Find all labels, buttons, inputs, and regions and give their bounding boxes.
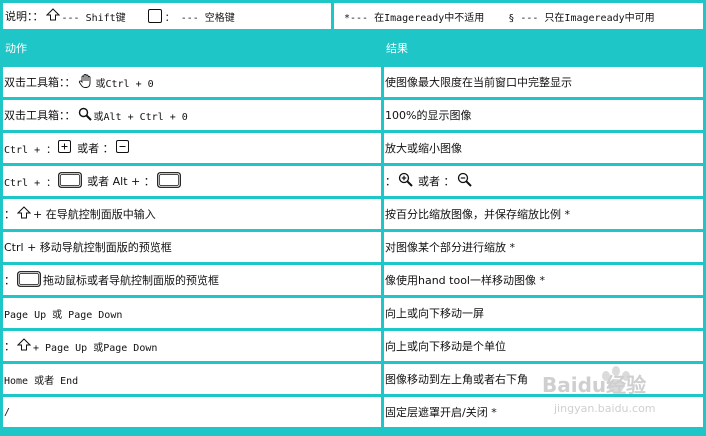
action-cell: ： 拖动鼠标或者导航控制面版的预览框 bbox=[3, 265, 381, 295]
result-text: 按百分比缩放图像，并保存缩放比例 * bbox=[385, 208, 570, 221]
result-cell: 100%的显示图像 bbox=[384, 100, 703, 130]
watermark-brand: Baidu经验 bbox=[542, 373, 646, 397]
action-text-2: 或者 ： bbox=[77, 142, 114, 155]
table-row: ： 拖动鼠标或者导航控制面版的预览框 像使用hand tool一样移动图像 * bbox=[3, 265, 703, 295]
action-cell: 双击工具箱：： 或Alt + Ctrl + 0 bbox=[3, 100, 381, 130]
result-cell: 像使用hand tool一样移动图像 * bbox=[384, 265, 703, 295]
legend-star-text: *--- 在Imageready中不适用 bbox=[344, 12, 485, 24]
action-cell: Page Up 或 Page Down bbox=[3, 298, 381, 328]
legend-space-text: ： --- 空格键 bbox=[164, 12, 235, 24]
action-cell: Ctrl + ： 或者 Alt + ： bbox=[3, 166, 381, 196]
header-action: 动作 bbox=[5, 42, 27, 55]
action-cell: ： + 在导航控制面版中输入 bbox=[3, 199, 381, 229]
action-text: Page Up 或 Page Down bbox=[4, 309, 123, 321]
action-text: ： bbox=[4, 274, 15, 287]
shift-arrow-icon bbox=[16, 206, 32, 222]
space-key-icon bbox=[58, 171, 83, 191]
legend-cell-right: *--- 在Imageready中不适用 § --- 只在Imageready中… bbox=[334, 3, 703, 29]
space-key-icon bbox=[147, 9, 162, 23]
result-text: 向上或向下移动是个单位 bbox=[385, 340, 506, 353]
action-cell: Ctrl + 移动导航控制面版的预览框 bbox=[3, 232, 381, 262]
result-text: 向上或向下移动一屏 bbox=[385, 307, 484, 320]
action-text: / bbox=[4, 406, 11, 418]
table-row: 双击工具箱：： 或Alt + Ctrl + 0 100%的显示图像 bbox=[3, 100, 703, 130]
legend-row: 说明：： --- Shift键 ： --- 空格键 *--- 在Imagerea… bbox=[3, 3, 703, 29]
legend-cell-left: 说明：： --- Shift键 ： --- 空格键 bbox=[3, 3, 331, 29]
action-text: Ctrl + ： bbox=[4, 144, 57, 156]
header-result: 结果 bbox=[386, 42, 408, 55]
result-cell: 向上或向下移动一屏 bbox=[384, 298, 703, 328]
legend-shift-text: --- Shift键 bbox=[61, 12, 126, 24]
table-row: Ctrl + ： 或者 Alt + ： ： 或者 ： bbox=[3, 166, 703, 196]
legend-section-text: § --- 只在Imageready中可用 bbox=[508, 12, 655, 24]
result-cell: 对图像某个部分进行缩放 * bbox=[384, 232, 703, 262]
shift-arrow-icon bbox=[45, 8, 60, 24]
action-text: Home 或者 End bbox=[4, 375, 79, 387]
space-key-icon bbox=[156, 171, 181, 191]
result-text: 对图像某个部分进行缩放 * bbox=[385, 241, 515, 254]
action-text: ： bbox=[4, 340, 15, 353]
action-cell: Home 或者 End bbox=[3, 364, 381, 394]
table-header: 动作 结果 bbox=[3, 32, 703, 64]
result-cell: 使图像最大限度在当前窗口中完整显示 bbox=[384, 67, 703, 97]
plus-key-icon bbox=[58, 140, 72, 156]
result-cell: 放大或缩小图像 bbox=[384, 133, 703, 163]
table-row: Ctrl + ： 或者 ： 放大或缩小图像 bbox=[3, 133, 703, 163]
action-text: Ctrl + ： bbox=[4, 177, 57, 189]
result-text: 固定层遮罩开启/关闭 * bbox=[385, 406, 497, 419]
action-cell: 双击工具箱：： 或Ctrl + 0 bbox=[3, 67, 381, 97]
table-row: 双击工具箱：： 或Ctrl + 0 使图像最大限度在当前窗口中完整显示 bbox=[3, 67, 703, 97]
zoom-tool-icon bbox=[78, 107, 92, 124]
result-cell: ： 或者 ： bbox=[384, 166, 703, 196]
result-text: 使图像最大限度在当前窗口中完整显示 bbox=[385, 76, 572, 89]
action-cell: ： + Page Up 或Page Down bbox=[3, 331, 381, 361]
action-text-2: 或Alt + Ctrl + 0 bbox=[93, 111, 188, 123]
table-row: Page Up 或 Page Down 向上或向下移动一屏 bbox=[3, 298, 703, 328]
legend-label: 说明：： bbox=[5, 10, 44, 23]
hand-tool-icon bbox=[78, 73, 94, 92]
zoom-in-icon bbox=[398, 172, 413, 190]
action-text: 双击工具箱：： bbox=[4, 76, 76, 89]
action-cell: Ctrl + ： 或者 ： bbox=[3, 133, 381, 163]
action-cell: / bbox=[3, 397, 381, 427]
table-row: Ctrl + 移动导航控制面版的预览框 对图像某个部分进行缩放 * bbox=[3, 232, 703, 262]
result-text: 像使用hand tool一样移动图像 * bbox=[385, 274, 545, 287]
result-cell: 按百分比缩放图像，并保存缩放比例 * bbox=[384, 199, 703, 229]
baidu-watermark: Baidu经验 jingyan.baidu.com bbox=[540, 356, 700, 416]
action-text-2: + 在导航控制面版中输入 bbox=[33, 208, 156, 221]
zoom-out-icon bbox=[457, 172, 472, 190]
action-text-2: 拖动鼠标或者导航控制面版的预览框 bbox=[43, 274, 219, 287]
result-text: ： bbox=[385, 175, 396, 188]
watermark-url: jingyan.baidu.com bbox=[553, 402, 656, 415]
shortcut-table: 说明：： --- Shift键 ： --- 空格键 *--- 在Imagerea… bbox=[0, 0, 706, 436]
result-text: 100%的显示图像 bbox=[385, 109, 472, 122]
minus-key-icon bbox=[115, 140, 129, 156]
result-text-2: 或者 ： bbox=[418, 175, 455, 188]
action-text: ： bbox=[4, 208, 15, 221]
action-text: 双击工具箱：： bbox=[4, 109, 76, 122]
shift-arrow-icon bbox=[16, 338, 32, 354]
table-row: ： + 在导航控制面版中输入 按百分比缩放图像，并保存缩放比例 * bbox=[3, 199, 703, 229]
action-text-2: + Page Up 或Page Down bbox=[33, 342, 158, 354]
space-key-icon bbox=[17, 270, 41, 290]
result-text: 图像移动到左上角或者右下角 bbox=[385, 373, 528, 386]
action-text: Ctrl + 移动导航控制面版的预览框 bbox=[4, 241, 172, 254]
action-text-2: 或Ctrl + 0 bbox=[95, 78, 154, 90]
result-text: 放大或缩小图像 bbox=[385, 142, 462, 155]
action-text-2: 或者 Alt + ： bbox=[87, 175, 155, 188]
